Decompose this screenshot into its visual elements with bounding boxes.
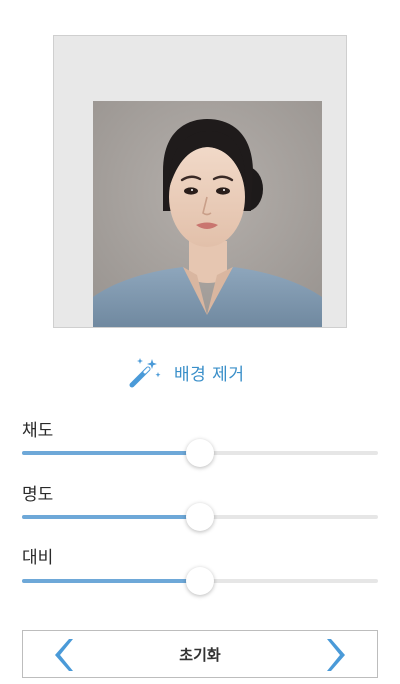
saturation-slider[interactable]: [22, 437, 378, 469]
portrait-photo: [93, 101, 322, 327]
chevron-left-icon[interactable]: [49, 637, 77, 673]
chevron-right-icon[interactable]: [323, 637, 351, 673]
reset-button[interactable]: 초기화: [179, 631, 220, 677]
brightness-slider[interactable]: [22, 501, 378, 533]
contrast-fill: [22, 579, 200, 583]
saturation-fill: [22, 451, 200, 455]
background-remove-label: 배경 제거: [174, 364, 245, 385]
photo-frame: [53, 35, 347, 328]
brightness-thumb[interactable]: [186, 503, 214, 531]
background-remove-button[interactable]: 배경 제거: [128, 354, 244, 390]
magic-wand-icon: [129, 358, 161, 388]
brightness-fill: [22, 515, 200, 519]
bottom-nav-bar: 초기화: [22, 630, 378, 678]
contrast-thumb[interactable]: [186, 567, 214, 595]
saturation-thumb[interactable]: [186, 439, 214, 467]
contrast-slider[interactable]: [22, 565, 378, 597]
